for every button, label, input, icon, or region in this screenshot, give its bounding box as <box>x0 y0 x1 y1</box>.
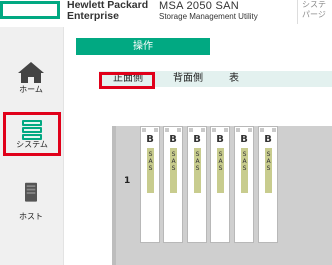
tab-front-highlight <box>99 72 155 89</box>
header-divider <box>297 0 298 24</box>
hpe-logo <box>0 1 60 19</box>
slot-latch <box>224 128 228 132</box>
operation-header[interactable]: 操作 <box>76 38 210 55</box>
product-title: MSA 2050 SAN Storage Management Utility <box>159 0 258 22</box>
drive-type: SAS <box>171 151 176 172</box>
slot-latch <box>142 128 146 132</box>
drive-slot-2[interactable]: B SAS <box>163 126 183 243</box>
sidebar-item-system[interactable]: システム <box>3 112 61 156</box>
drive-slot-1[interactable]: B SAS <box>140 126 160 243</box>
sidebar-item-label: ホーム <box>19 85 43 94</box>
slot-latch <box>260 128 264 132</box>
system-info-line-2: パージ <box>302 10 326 19</box>
drive-type: SAS <box>266 151 271 172</box>
sidebar-item-label: システム <box>16 140 48 149</box>
drive-letter: B <box>216 134 224 145</box>
system-info-line-1: システ <box>302 0 326 9</box>
brand-name: Hewlett Packard Enterprise <box>67 0 148 22</box>
drive-letter: B <box>240 134 248 145</box>
enclosure-number: 1 <box>124 176 131 186</box>
brand-line-2: Enterprise <box>67 10 119 22</box>
drive-type: SAS <box>242 151 247 172</box>
drive-letter: B <box>146 134 154 145</box>
drive-letter: B <box>169 134 177 145</box>
tab-table[interactable]: 表 <box>229 71 239 87</box>
slot-latch <box>248 128 252 132</box>
drive-slot-3[interactable]: B SAS <box>187 126 207 243</box>
slot-latch <box>272 128 276 132</box>
system-info: システ パージ <box>302 0 332 20</box>
tab-back[interactable]: 背面側 <box>173 71 203 87</box>
sidebar-item-label: ホスト <box>19 212 43 221</box>
slot-latch <box>212 128 216 132</box>
home-icon <box>18 62 44 83</box>
product-subtitle: Storage Management Utility <box>159 12 258 21</box>
drive-letter: B <box>193 134 201 145</box>
slot-latch <box>201 128 205 132</box>
drive-type: SAS <box>218 151 223 172</box>
slot-latch <box>236 128 240 132</box>
drive-letter: B <box>264 134 272 145</box>
drive-slot-4[interactable]: B SAS <box>210 126 230 243</box>
drive-type: SAS <box>195 151 200 172</box>
slot-latch <box>177 128 181 132</box>
drive-slots: B SAS B SAS B SAS B SAS B SAS B SAS <box>138 126 332 265</box>
drive-type: SAS <box>148 151 153 172</box>
drive-slot-5[interactable]: B SAS <box>234 126 254 243</box>
drive-slot-6[interactable]: B SAS <box>258 126 278 243</box>
host-icon <box>25 182 37 202</box>
top-bar: Hewlett Packard Enterprise MSA 2050 SAN … <box>0 0 332 26</box>
slot-latch <box>165 128 169 132</box>
slot-latch <box>189 128 193 132</box>
product-name: MSA 2050 SAN <box>159 0 240 12</box>
sidebar-item-home[interactable]: ホーム <box>0 56 62 100</box>
slot-latch <box>154 128 158 132</box>
sidebar-item-host[interactable]: ホスト <box>0 182 62 227</box>
